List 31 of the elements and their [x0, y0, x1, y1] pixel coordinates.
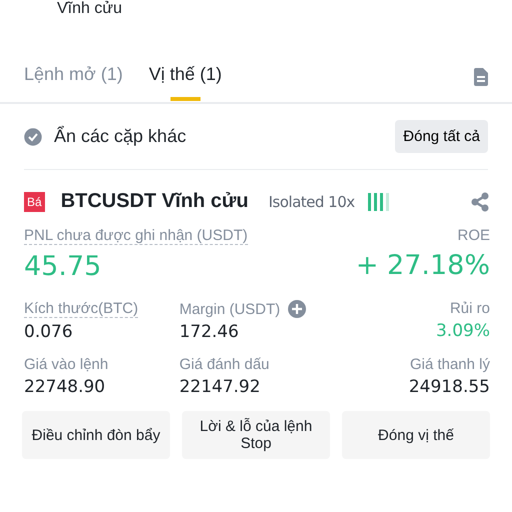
stat-value: 172.46: [179, 322, 240, 342]
stat-label: Kích thước(BTC): [24, 300, 138, 318]
stat-label: Margin (USDT): [179, 300, 280, 318]
stat-value: 22748.90: [24, 377, 106, 397]
share-icon[interactable]: [470, 192, 490, 212]
pnl-value: 45.75: [24, 251, 102, 282]
symbol-title[interactable]: BTCUSDT Vĩnh cửu: [60, 190, 248, 213]
close-all-button[interactable]: Đóng tất cả: [395, 120, 488, 153]
checkbox-label: Ẩn các cặp khác: [54, 126, 186, 147]
risk-meter: [366, 192, 391, 212]
add-icon[interactable]: [288, 300, 306, 318]
document-icon[interactable]: [474, 68, 488, 86]
side-badge: Bá: [24, 192, 45, 212]
checkbox[interactable]: [24, 128, 42, 146]
stat-value: 22147.92: [179, 377, 262, 397]
roe-value: + 27.18%: [356, 250, 490, 281]
stat-label: Rủi ro: [450, 300, 490, 317]
stat-value: 3.09%: [436, 321, 490, 341]
action-button[interactable]: Lời & lỗ của lệnh Stop: [182, 411, 330, 459]
stat-label: Giá vào lệnh: [24, 356, 108, 373]
action-button[interactable]: Điều chỉnh đòn bẩy: [22, 411, 170, 459]
roe-label: ROE: [457, 227, 490, 244]
pnl-label: PNL chưa được ghi nhận (USDT): [24, 227, 248, 245]
stat-label: Giá đánh dấu: [179, 356, 270, 373]
stat-value: 24918.55: [408, 377, 490, 397]
stat-value: 0.076: [24, 322, 74, 342]
tab[interactable]: Vị thế (1): [148, 64, 222, 100]
action-button[interactable]: Đóng vị thế: [342, 411, 490, 459]
stat-label: Giá thanh lý: [410, 356, 490, 373]
market-subtitle: Vĩnh cửu: [57, 0, 122, 18]
margin-mode: Isolated 10x: [268, 192, 355, 210]
